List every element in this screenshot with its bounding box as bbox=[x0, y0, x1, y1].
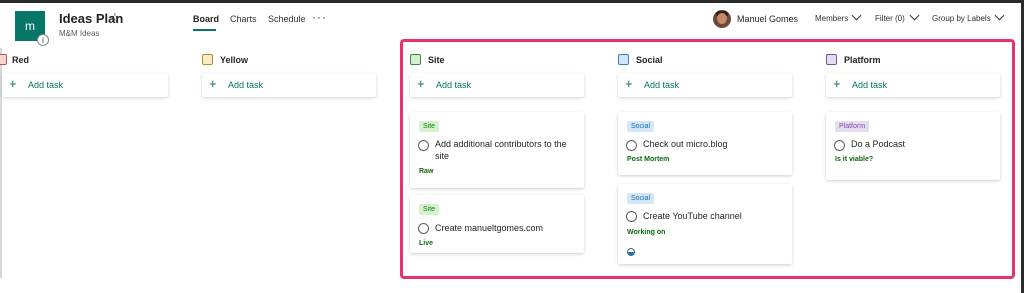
plan-tile-letter: m bbox=[25, 19, 35, 33]
active-tab-underline bbox=[193, 29, 216, 31]
add-task-label: Add task bbox=[28, 80, 64, 90]
chevron-down-icon[interactable] bbox=[994, 10, 1005, 21]
tab-schedule[interactable]: Schedule bbox=[268, 14, 306, 24]
chevron-down-icon[interactable] bbox=[909, 10, 920, 21]
chevron-down-icon[interactable] bbox=[851, 10, 862, 21]
avatar[interactable] bbox=[713, 10, 731, 28]
user-name[interactable]: Manuel Gomes bbox=[737, 14, 798, 24]
group-name[interactable]: M&M Ideas bbox=[59, 29, 99, 38]
tab-board[interactable]: Board bbox=[193, 14, 219, 24]
label-swatch-red bbox=[0, 54, 7, 65]
column-title-red[interactable]: Red bbox=[12, 55, 29, 65]
window-top-border bbox=[0, 0, 1024, 3]
add-task-button-yellow[interactable]: + Add task bbox=[202, 73, 376, 97]
filter-button[interactable]: Filter (0) bbox=[875, 14, 905, 23]
label-swatch-yellow bbox=[202, 54, 213, 65]
plus-icon: + bbox=[9, 76, 17, 91]
ellipsis-icon[interactable]: ··· bbox=[312, 10, 327, 24]
add-task-label: Add task bbox=[228, 80, 264, 90]
add-task-button-red[interactable]: + Add task bbox=[2, 73, 168, 97]
tab-charts[interactable]: Charts bbox=[230, 14, 257, 24]
column-title-yellow[interactable]: Yellow bbox=[220, 55, 248, 65]
plus-icon: + bbox=[209, 76, 217, 91]
group-by-button[interactable]: Group by Labels bbox=[932, 14, 991, 23]
star-icon[interactable]: ☆ bbox=[109, 10, 121, 26]
highlight-box bbox=[400, 39, 1015, 279]
members-button[interactable]: Members bbox=[815, 14, 848, 23]
info-icon[interactable]: i bbox=[37, 34, 49, 46]
